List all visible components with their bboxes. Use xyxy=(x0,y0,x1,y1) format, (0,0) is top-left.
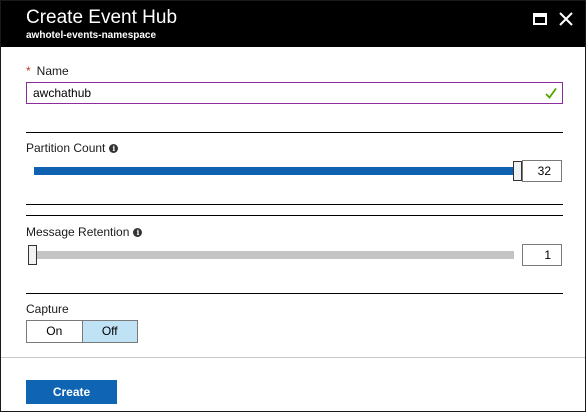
message-retention-label: Message Retention xyxy=(26,225,130,239)
section-divider xyxy=(26,293,563,294)
capture-toggle: On Off xyxy=(26,320,138,343)
create-button[interactable]: Create xyxy=(26,380,117,404)
message-retention-slider-thumb[interactable] xyxy=(28,245,37,265)
partition-count-label-row: Partition Count i xyxy=(26,141,119,155)
message-retention-label-row: Message Retention i xyxy=(26,225,143,239)
capture-on-button[interactable]: On xyxy=(27,321,83,342)
info-icon[interactable]: i xyxy=(109,144,119,153)
create-event-hub-blade: Create Event Hub awhotel-events-namespac… xyxy=(0,0,586,412)
checkmark-icon xyxy=(545,87,557,99)
name-input[interactable] xyxy=(33,85,533,101)
footer-divider xyxy=(1,357,585,358)
section-divider xyxy=(26,215,563,216)
section-divider xyxy=(26,132,563,133)
partition-count-label: Partition Count xyxy=(26,141,106,155)
blade-title: Create Event Hub xyxy=(26,7,178,28)
partition-count-fill xyxy=(34,167,514,175)
message-retention-track[interactable] xyxy=(34,251,514,259)
maximize-icon[interactable] xyxy=(533,13,547,25)
name-label: Name xyxy=(36,64,69,78)
info-icon[interactable]: i xyxy=(133,228,143,237)
name-label-row: * Name xyxy=(26,64,69,78)
blade-subtitle: awhotel-events-namespace xyxy=(26,30,157,41)
partition-count-slider-thumb[interactable] xyxy=(513,161,522,181)
partition-count-value[interactable]: 32 xyxy=(522,160,562,182)
message-retention-value[interactable]: 1 xyxy=(522,244,562,266)
required-marker: * xyxy=(26,64,31,78)
close-icon[interactable] xyxy=(559,12,573,26)
blade-header: Create Event Hub awhotel-events-namespac… xyxy=(1,1,585,47)
capture-off-button[interactable]: Off xyxy=(82,321,137,342)
capture-label: Capture xyxy=(26,302,69,316)
section-divider xyxy=(26,204,563,205)
name-field[interactable] xyxy=(26,82,563,104)
